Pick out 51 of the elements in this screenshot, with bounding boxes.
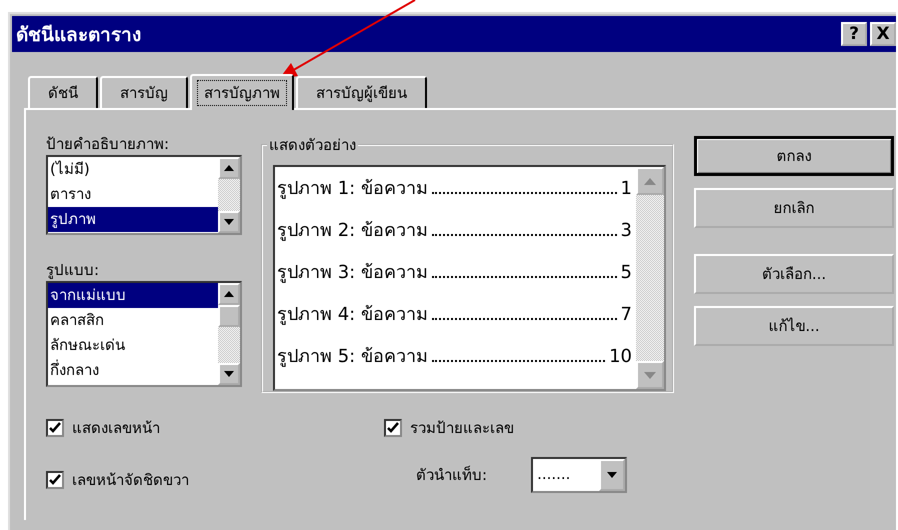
down-arrow-icon	[224, 219, 234, 225]
options-button[interactable]: ตัวเลือก...	[694, 254, 894, 294]
entry-text: รูปภาพ 1: ข้อความ	[277, 177, 428, 201]
up-arrow-icon	[224, 165, 234, 171]
down-arrow-icon	[224, 371, 234, 377]
list-item[interactable]: ตาราง	[48, 182, 218, 207]
checkbox[interactable]	[46, 471, 64, 489]
scroll-thumb[interactable]	[218, 305, 240, 327]
format-list[interactable]: จากแม่แบบ คลาสสิก ลักษณะเด่น กึ่งกลาง	[46, 281, 242, 387]
ok-button[interactable]: ตกลง	[694, 136, 894, 176]
caption-label: ป้ายคำอธิบายภาพ:	[46, 134, 170, 155]
page-number: 3	[620, 220, 632, 241]
up-arrow-icon	[644, 178, 656, 184]
tab[interactable]: ดัชนี	[28, 76, 98, 108]
down-arrow-icon	[644, 372, 656, 378]
scrollbar[interactable]	[218, 283, 240, 385]
entry-text: รูปภาพ 5: ข้อความ	[277, 345, 428, 369]
edit-button[interactable]: แก้ไข...	[694, 306, 894, 346]
tab[interactable]: สารบัญ	[100, 76, 188, 108]
window-title: ดัชนีและตาราง	[16, 23, 141, 48]
format-label: รูปแบบ:	[46, 260, 100, 281]
list-item[interactable]: (ไม่มี)	[48, 157, 218, 182]
tab[interactable]: สารบัญผู้เขียน	[296, 76, 427, 108]
preview-label: แสดงตัวอย่าง	[268, 135, 357, 156]
up-arrow-icon	[224, 291, 234, 297]
list-item[interactable]: รูปภาพ	[48, 207, 218, 232]
close-button[interactable]: X	[870, 22, 896, 46]
tab-leader-label: ตัวนำแท็บ:	[416, 464, 488, 486]
list-item[interactable]: ลักษณะเด่น	[48, 333, 218, 358]
help-button[interactable]: ?	[841, 22, 867, 46]
caption-list[interactable]: (ไม่มี) ตาราง รูปภาพ	[46, 155, 242, 235]
entry-text: รูปภาพ 4: ข้อความ	[277, 303, 428, 327]
tab-leader-dropdown[interactable]: .......	[531, 457, 628, 493]
page-number: 5	[620, 262, 632, 283]
cancel-button[interactable]: ยกเลิก	[694, 188, 894, 228]
list-item[interactable]: คลาสสิก	[48, 308, 218, 333]
entry-text: รูปภาพ 3: ข้อความ	[277, 261, 428, 285]
page-number: 10	[609, 346, 632, 367]
page-number: 7	[620, 304, 632, 325]
checkbox[interactable]	[384, 419, 402, 437]
checkbox-label: รวมป้ายและเลข	[410, 418, 514, 439]
page-number: 1	[620, 178, 632, 199]
checkbox[interactable]	[46, 419, 64, 437]
list-item[interactable]: จากแม่แบบ	[48, 283, 218, 308]
tab[interactable]: สารบัญภาพ	[190, 74, 294, 110]
checkbox-label: แสดงเลขหน้า	[72, 418, 160, 439]
dropdown-arrow-icon	[607, 472, 618, 478]
scrollbar[interactable]	[218, 157, 240, 233]
entry-text: รูปภาพ 2: ข้อความ	[277, 219, 428, 243]
list-item[interactable]: กึ่งกลาง	[48, 358, 218, 383]
checkbox-label: เลขหน้าจัดชิดขวา	[72, 470, 189, 491]
